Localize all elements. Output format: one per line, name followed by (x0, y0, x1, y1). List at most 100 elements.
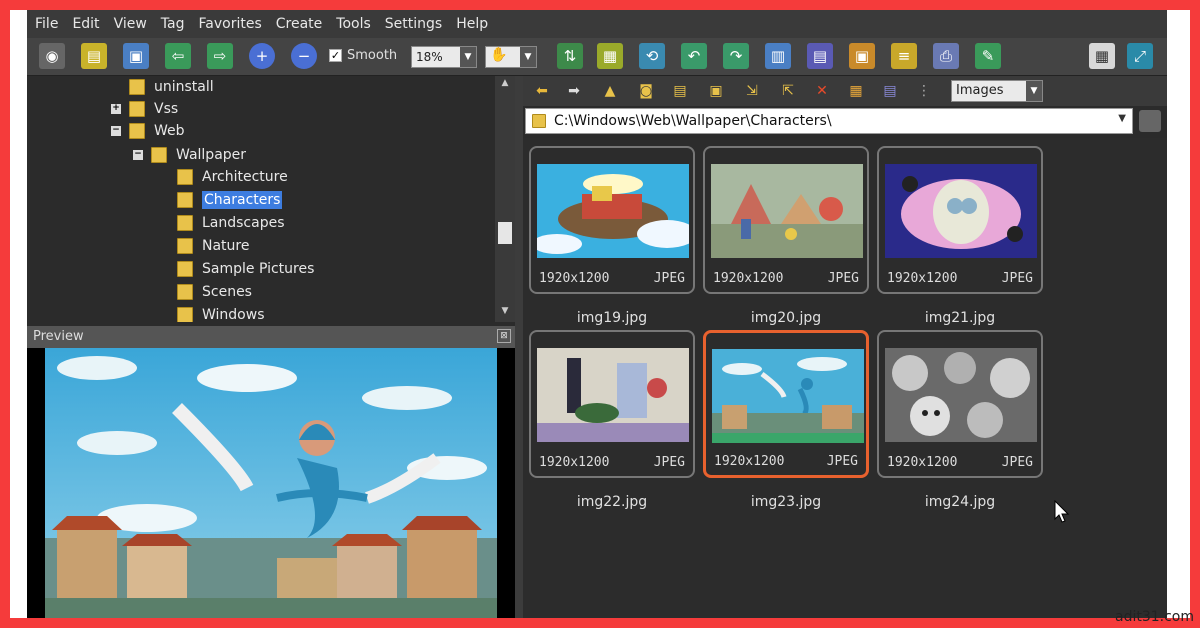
menu-help[interactable]: Help (456, 16, 488, 32)
forward-arrow-icon[interactable]: ➡ (563, 81, 585, 101)
image-format: JPEG (826, 454, 858, 469)
slideshow-icon[interactable]: ▣ (849, 43, 875, 69)
chevron-down-icon[interactable]: ▼ (520, 47, 536, 67)
bookmark-icon[interactable] (1139, 110, 1161, 132)
thumbnail-card[interactable]: 1920x1200 JPEG (877, 146, 1043, 294)
prev-image-icon[interactable]: ⇦ (165, 43, 191, 69)
back-arrow-icon[interactable]: ⬅ (531, 81, 553, 101)
image-format: JPEG (653, 455, 685, 470)
thumbnail-filename[interactable]: img22.jpg (529, 494, 695, 510)
folder-icon (177, 261, 193, 277)
hand-icon: ✋ (490, 47, 508, 63)
tree-item[interactable]: − Web (111, 120, 185, 142)
folder-icon (177, 238, 193, 254)
menu-edit[interactable]: Edit (72, 16, 99, 32)
stack-icon[interactable]: ≡ (891, 43, 917, 69)
tree-item[interactable]: − Wallpaper (133, 144, 246, 166)
menu-favorites[interactable]: Favorites (199, 16, 262, 32)
folder-icon (177, 307, 193, 322)
thumbnail-filename[interactable]: img19.jpg (529, 310, 695, 326)
thumbnail-view-icon[interactable]: ▦ (845, 81, 867, 101)
thumbnail-card[interactable]: 1920x1200 JPEG (529, 330, 695, 478)
print-icon[interactable]: ⎙ (933, 43, 959, 69)
close-icon[interactable]: ⊠ (497, 329, 511, 343)
menu-file[interactable]: File (35, 16, 58, 32)
folder-tree: uninstall + Vss − Web − Wallpaper Architect… (27, 76, 515, 322)
rotate-right-icon[interactable]: ↷ (723, 43, 749, 69)
thumbnail-image (885, 164, 1037, 258)
file-filter-select[interactable]: Images ▼ (951, 80, 1043, 102)
zoom-level-select[interactable]: 18% ▼ (411, 46, 477, 68)
zoom-in-icon[interactable]: + (249, 43, 275, 69)
details-view-icon[interactable]: ▤ (879, 81, 901, 101)
thumbnail-filename[interactable]: img24.jpg (877, 494, 1043, 510)
copy-to-icon[interactable]: ⇲ (741, 81, 763, 101)
menu-tag[interactable]: Tag (161, 16, 185, 32)
tree-item[interactable]: Sample Pictures (177, 258, 314, 280)
favorite-folder-icon[interactable]: ▣ (705, 81, 727, 101)
export-icon[interactable]: ▦ (597, 43, 623, 69)
filmstrip-icon[interactable]: ▤ (807, 43, 833, 69)
new-folder-icon[interactable]: ▤ (669, 81, 691, 101)
tree-item[interactable]: Windows (177, 304, 265, 322)
path-bar[interactable]: C:\Windows\Web\Wallpaper\Characters\ ▼ (525, 108, 1133, 134)
collapse-icon[interactable]: − (111, 126, 121, 136)
layout-icon[interactable]: ▦ (1089, 43, 1115, 69)
zoom-out-icon[interactable]: − (291, 43, 317, 69)
thumbnail-filename[interactable]: img20.jpg (703, 310, 869, 326)
menu-view[interactable]: View (114, 16, 147, 32)
menu-tools[interactable]: Tools (336, 16, 371, 32)
edit-icon[interactable]: ✎ (975, 43, 1001, 69)
tree-item[interactable]: uninstall (111, 76, 214, 98)
app-window: File Edit View Tag Favorites Create Tool… (27, 10, 1167, 618)
fullscreen-icon[interactable]: ⤢ (1127, 43, 1153, 69)
chevron-down-icon[interactable]: ▼ (460, 47, 476, 67)
collapse-icon[interactable]: − (133, 150, 143, 160)
folder-icon (177, 169, 193, 185)
convert-icon[interactable]: ⟲ (639, 43, 665, 69)
pane-splitter[interactable] (515, 76, 523, 618)
list-view-icon[interactable]: ⋮ (913, 81, 935, 101)
thumbnail-card[interactable]: 1920x1200 JPEG (877, 330, 1043, 478)
image-format: JPEG (1001, 455, 1033, 470)
chevron-down-icon[interactable]: ▼ (1118, 113, 1126, 124)
save-icon[interactable]: ▣ (123, 43, 149, 69)
thumbnail-card[interactable]: 1920x1200 JPEG (703, 146, 869, 294)
thumbnail-filename[interactable]: img23.jpg (703, 494, 869, 510)
menu-bar: File Edit View Tag Favorites Create Tool… (27, 10, 1167, 38)
expand-icon[interactable]: + (111, 104, 121, 114)
tree-item[interactable]: Scenes (177, 281, 252, 303)
compare-icon[interactable]: ▥ (765, 43, 791, 69)
up-folder-icon[interactable]: ▲ (599, 81, 621, 101)
thumbnail-filename[interactable]: img21.jpg (877, 310, 1043, 326)
tree-item-selected[interactable]: Characters (177, 189, 283, 211)
menu-create[interactable]: Create (276, 16, 323, 32)
thumbnail-image (712, 349, 864, 443)
thumbnail-card[interactable]: 1920x1200 JPEG (529, 146, 695, 294)
tree-item[interactable]: Landscapes (177, 212, 285, 234)
rotate-left-icon[interactable]: ↶ (681, 43, 707, 69)
move-to-icon[interactable]: ⇱ (777, 81, 799, 101)
hand-tool-select[interactable]: ✋ ▼ (485, 46, 537, 68)
image-format: JPEG (827, 271, 859, 286)
camera-icon[interactable]: ◉ (39, 43, 65, 69)
tree-scrollbar[interactable]: ▲ ▼ (495, 76, 515, 322)
chevron-down-icon[interactable]: ▼ (1026, 81, 1042, 101)
folder-icon (177, 192, 193, 208)
scroll-up-icon[interactable]: ▲ (495, 78, 515, 92)
delete-icon[interactable]: ✕ (811, 81, 833, 101)
tree-item[interactable]: Architecture (177, 166, 288, 188)
tree-item[interactable]: Nature (177, 235, 249, 257)
smooth-checkbox[interactable]: ✓ (329, 49, 342, 62)
open-folder-icon[interactable]: ▤ (81, 43, 107, 69)
smooth-toggle[interactable]: ✓ Smooth (329, 48, 397, 63)
menu-settings[interactable]: Settings (385, 16, 442, 32)
tree-item[interactable]: + Vss (111, 98, 178, 120)
sort-icon[interactable]: ⇅ (557, 43, 583, 69)
scrollbar-thumb[interactable] (498, 222, 512, 244)
thumbnail-card-selected[interactable]: 1920x1200 JPEG (703, 330, 869, 478)
next-image-icon[interactable]: ⇨ (207, 43, 233, 69)
refresh-folder-icon[interactable]: ◙ (635, 81, 657, 101)
scroll-down-icon[interactable]: ▼ (495, 306, 515, 320)
mouse-cursor-icon (1054, 500, 1070, 523)
